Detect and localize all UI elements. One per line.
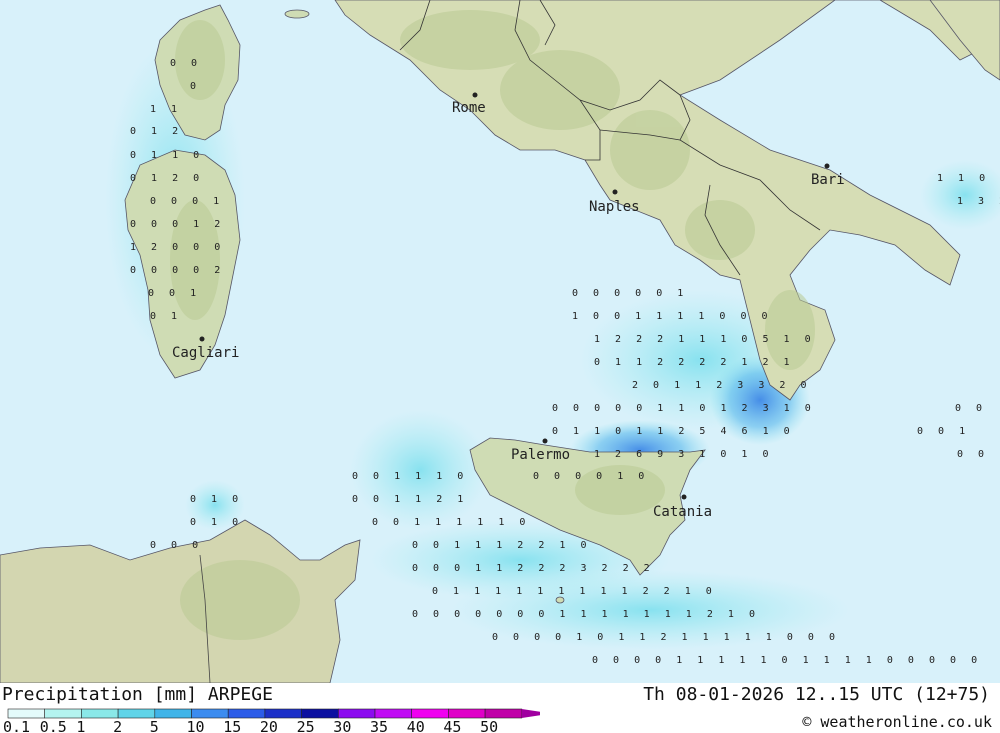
legend-label: 45	[443, 718, 461, 733]
precip-row: 1 2 0 0 0	[130, 242, 221, 253]
city-dot-rome	[472, 92, 478, 98]
legend-swatch	[484, 708, 523, 719]
precip-row: 1 2 6 9 3 1 0 1 0	[594, 449, 770, 460]
city-label-cagliari: Cagliari	[172, 345, 239, 361]
precip-row: 0 0 0 0 0 1 1 0 1 2 3 1 0	[552, 403, 812, 414]
precipitation-map: 0 0 0 1 1 0 1 2 0 1 1 0 0 1 2 0 0 0 0 1 0 0 0 1…	[0, 0, 1000, 683]
precip-row: 0 0	[957, 449, 985, 460]
city-label-rome: Rome	[452, 100, 486, 116]
city-label-catania: Catania	[653, 504, 712, 520]
city-dot-cagliari	[199, 336, 205, 342]
city-label-palermo: Palermo	[511, 447, 570, 463]
legend-label: 40	[407, 718, 425, 733]
precip-row: 0 1 1 2 2 2 2 1 2 1	[594, 357, 791, 368]
city-label-naples: Naples	[589, 199, 640, 215]
forecast-datetime: Th 08-01-2026 12..15 UTC (12+75)	[643, 684, 990, 705]
precip-row: 0 0 1 1 1 0	[352, 471, 464, 482]
precip-row: 0 0	[170, 58, 198, 69]
precip-row: 0 1 1 0	[130, 150, 200, 161]
legend-swatch	[374, 708, 413, 719]
legend-swatch	[264, 708, 302, 719]
precip-row: 0 1 2 0	[130, 173, 200, 184]
precip-row: 0 1 2	[130, 126, 179, 137]
legend-swatch	[117, 708, 156, 719]
legend-label: 30	[333, 718, 351, 733]
precip-row: 0 1	[150, 311, 178, 322]
precip-row: 0	[190, 81, 197, 92]
precip-row: 0 0 1	[148, 288, 197, 299]
precip-row: 0 0 1	[917, 426, 966, 437]
precip-row: 0 0 0 1 1 2 2 2 3 2 2 2	[412, 563, 651, 574]
legend-swatch	[44, 708, 82, 719]
city-dot-catania	[681, 494, 687, 500]
legend-swatch	[411, 708, 449, 719]
legend-swatch	[191, 708, 229, 719]
precip-row: 0 0 1 1 1 2 2 1 0	[412, 540, 588, 551]
copyright-credit[interactable]: © weatheronline.co.uk	[802, 713, 992, 731]
precip-row: 0 1 0	[190, 494, 239, 505]
legend-swatch	[301, 708, 339, 719]
precip-row: 0 1 1 0 1 1 2 5 4 6 1 0	[552, 426, 791, 437]
legend-label: 50	[480, 718, 498, 733]
legend-swatch	[337, 708, 376, 719]
precip-row: 0 0 0 1 2	[130, 219, 221, 230]
legend-label: 0.1	[3, 718, 30, 733]
precip-row: 1 1 0	[937, 173, 986, 184]
precipitation-legend: 0.1 0.5 1 2 5 10 15 20 25 30 35 40 45 50	[3, 708, 540, 733]
precip-row: 0 0 1 1 1 1 1 0	[372, 517, 526, 528]
city-label-bari: Bari	[811, 172, 845, 188]
precip-row: 0 0	[955, 403, 983, 414]
precip-row: 1 0 0 1 1 1 1 0 0 0	[572, 311, 769, 322]
precip-row: 0 0 1 1 2 1	[352, 494, 464, 505]
map-title: Precipitation [mm] ARPEGE	[2, 684, 273, 705]
precip-row: 1 3 2	[957, 196, 1000, 207]
legend-label: 5	[150, 718, 159, 733]
precip-row: 0 0 0 0 1 0 1 1 2 1 1 1 1 1 0 0 0	[492, 632, 836, 643]
precip-row: 1 1	[150, 104, 178, 115]
legend-swatch	[448, 708, 486, 719]
legend-label: 20	[260, 718, 278, 733]
precip-row: 0 0 0	[150, 540, 199, 551]
precip-row: 0 0 0 0 0 0 0 1 1 1 1 1 1 1 2 1 0	[412, 609, 756, 620]
precip-row: 0 0 0 0 0 1	[572, 288, 684, 299]
legend-label: 25	[297, 718, 315, 733]
precip-row: 0 1 1 1 1 1 1 1 1 1 2 2 1 0	[432, 586, 713, 597]
precip-row: 0 0 0 0 1 1 1 1 1 0 1 1 1 1 0 0 0 0 0	[592, 655, 978, 666]
legend-swatch	[227, 708, 266, 719]
city-dot-palermo	[542, 438, 548, 444]
precip-row: 0 0 0 1	[150, 196, 220, 207]
legend-swatch	[7, 708, 46, 719]
precip-row: 0 1 0	[190, 517, 239, 528]
precip-row: 1 2 2 2 1 1 1 0 5 1 0	[594, 334, 812, 345]
legend-label: 15	[223, 718, 241, 733]
precip-row: 2 0 1 1 2 3 3 2 0	[632, 380, 808, 391]
precip-row: 0 0 0 0 2	[130, 265, 221, 276]
legend-label: 0.5	[40, 718, 67, 733]
city-dot-bari	[824, 163, 830, 169]
legend-swatch	[154, 708, 192, 719]
legend-label: 2	[113, 718, 122, 733]
legend-swatch	[81, 708, 119, 719]
legend-label: 1	[76, 718, 85, 733]
legend-label: 35	[370, 718, 388, 733]
city-dot-naples	[612, 189, 618, 195]
legend-overflow-arrow	[521, 709, 540, 718]
precip-row: 0 0 0 0 1 0	[533, 471, 645, 482]
legend-label: 10	[187, 718, 205, 733]
